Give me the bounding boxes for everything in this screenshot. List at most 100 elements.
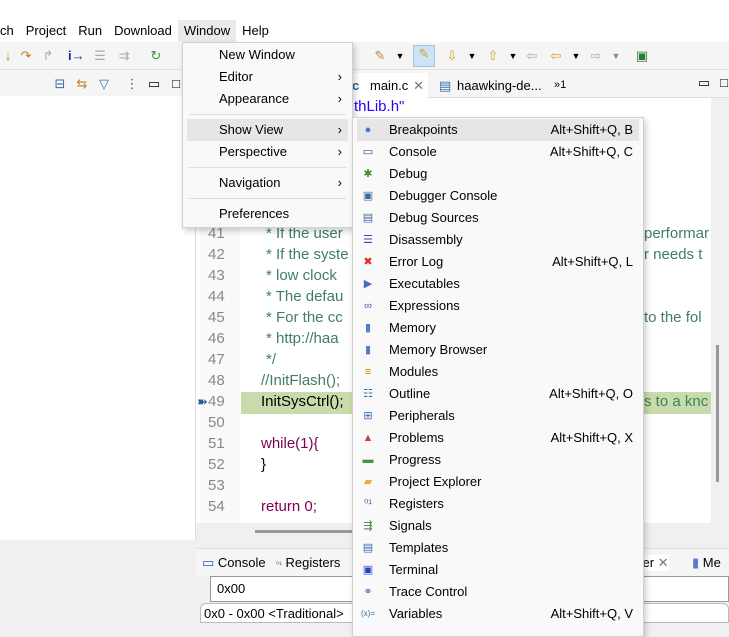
code-line: * http://haa	[266, 330, 339, 347]
trace-control-icon: ⚭	[363, 586, 373, 598]
line-number: 42	[208, 246, 225, 263]
menu-search[interactable]: ch	[0, 20, 20, 42]
use-step-filters-icon[interactable]: ⇉	[116, 48, 132, 64]
menu-item-progress[interactable]: ▬ Progress	[353, 449, 643, 471]
menu-item-preferences[interactable]: Preferences	[183, 203, 352, 225]
menu-window[interactable]: Window	[177, 20, 237, 42]
line-number: 44	[208, 288, 225, 305]
menu-item-show-view[interactable]: Show View ›	[187, 119, 348, 141]
menu-item-debug[interactable]: ✱ Debug	[353, 163, 643, 185]
tab-label: Me	[702, 555, 721, 570]
code-line: //InitFlash();	[261, 372, 341, 389]
drop-frame-icon[interactable]: ☰	[92, 48, 108, 64]
menu-item-registers[interactable]: ⁰¹ Registers	[353, 493, 643, 515]
menu-item-navigation[interactable]: Navigation ›	[183, 172, 352, 194]
collapse-all-icon[interactable]: ⊟	[52, 76, 68, 92]
tab-haawking[interactable]: ▤ haawking-de...	[433, 73, 542, 98]
menu-item-terminal[interactable]: ▣ Terminal	[353, 559, 643, 581]
menu-item-disassembly[interactable]: ☰ Disassembly	[353, 229, 643, 251]
menu-item-console[interactable]: ▭ Console Alt+Shift+Q, C	[353, 141, 643, 163]
menu-item-debugger-console[interactable]: ▣ Debugger Console	[353, 185, 643, 207]
line-number: 46	[208, 330, 225, 347]
link-editor-icon[interactable]: ⇆	[74, 76, 90, 92]
memory-icon: ▮	[692, 555, 700, 570]
minimize-icon[interactable]: ▭	[146, 76, 162, 92]
menu-item-new-window[interactable]: New Window	[183, 44, 352, 66]
step-return-icon[interactable]: ↱	[40, 48, 56, 64]
debugger-console-icon: ▣	[362, 190, 374, 202]
menu-item-label: Debug	[389, 166, 428, 181]
next-annotation-icon[interactable]: ⇩	[444, 48, 460, 64]
maximize-icon[interactable]: □	[716, 75, 729, 91]
open-perspective-icon[interactable]: ▣	[634, 48, 650, 64]
tool-icon[interactable]: ✎	[372, 48, 388, 64]
menu-help[interactable]: Help	[236, 20, 275, 42]
variables-icon: (x)=	[361, 609, 375, 618]
step-into-icon[interactable]: ↓	[0, 48, 16, 64]
vertical-scrollbar[interactable]	[716, 345, 719, 482]
dropdown-icon[interactable]: ▼	[568, 48, 584, 64]
dropdown-icon[interactable]: ▼	[392, 48, 408, 64]
code-line: * If the syste	[266, 246, 349, 263]
menu-item-label: Trace Control	[389, 584, 468, 599]
modules-icon: ≡	[364, 366, 372, 378]
menu-item-problems[interactable]: ▲ Problems Alt+Shift+Q, X	[353, 427, 643, 449]
menu-separator	[189, 198, 346, 199]
error-log-icon: ✖	[363, 256, 373, 268]
close-icon[interactable]: ✕	[658, 555, 669, 570]
filter-icon[interactable]: ▽	[96, 76, 112, 92]
restart-icon[interactable]: ↻	[148, 48, 164, 64]
menu-item-label: Memory	[389, 320, 436, 335]
tab-main-c[interactable]: c main.c ✕	[346, 73, 428, 98]
view-menu-icon[interactable]: ⋮	[124, 76, 140, 92]
code-line: while(1){	[261, 435, 319, 452]
step-over-icon[interactable]: ↷	[18, 48, 34, 64]
menu-item-trace-control[interactable]: ⚭ Trace Control	[353, 581, 643, 603]
menu-download[interactable]: Download	[108, 20, 178, 42]
menu-project[interactable]: Project	[20, 20, 72, 42]
disassembly-icon: ☰	[363, 234, 373, 246]
instruction-step-icon[interactable]: i→	[68, 48, 85, 64]
tab-registers[interactable]: ⁰¹ Registers	[276, 555, 340, 570]
menu-item-outline[interactable]: ☷ Outline Alt+Shift+Q, O	[353, 383, 643, 405]
dropdown-icon[interactable]: ▼	[505, 48, 521, 64]
menu-item-appearance[interactable]: Appearance ›	[183, 88, 352, 110]
menu-item-label: Modules	[389, 364, 439, 379]
menu-item-breakpoints[interactable]: ● Breakpoints Alt+Shift+Q, B	[357, 119, 639, 141]
menu-item-debug-sources[interactable]: ▤ Debug Sources	[353, 207, 643, 229]
menu-item-label: Editor	[219, 69, 253, 84]
breakpoint-icon: ●	[364, 124, 372, 136]
menu-item-label: Project Explorer	[389, 474, 482, 489]
back-icon[interactable]: ⇦	[548, 48, 564, 64]
menu-item-signals[interactable]: ⇶ Signals	[353, 515, 643, 537]
highlight-toggle-icon[interactable]: ✎	[413, 45, 435, 67]
menu-item-label: Navigation	[219, 175, 281, 190]
menu-item-variables[interactable]: (x)= Variables Alt+Shift+Q, V	[353, 603, 643, 625]
menu-item-error-log[interactable]: ✖ Error Log Alt+Shift+Q, L	[353, 251, 643, 273]
menu-item-peripherals[interactable]: ⊞ Peripherals	[353, 405, 643, 427]
forward-icon[interactable]: ⇨	[588, 48, 604, 64]
dropdown-icon[interactable]: ▼	[608, 48, 624, 64]
menu-item-label: Appearance	[219, 91, 290, 106]
last-edit-icon[interactable]: ⇦	[524, 48, 540, 64]
window-menu: New Window Editor › Appearance › Show View…	[182, 42, 353, 228]
menu-item-perspective[interactable]: Perspective ›	[183, 141, 352, 163]
dropdown-icon[interactable]: ▼	[464, 48, 480, 64]
tab-memory[interactable]: ▮ Me	[692, 555, 721, 571]
tab-overflow-button[interactable]: »1	[554, 73, 566, 98]
close-icon[interactable]: ✕	[413, 73, 424, 98]
menu-item-memory[interactable]: ▮ Memory	[353, 317, 643, 339]
menu-item-executables[interactable]: ▶ Executables	[353, 273, 643, 295]
menu-item-templates[interactable]: ▤ Templates	[353, 537, 643, 559]
minimize-icon[interactable]: ▭	[696, 75, 712, 91]
tab-console[interactable]: ▭ Console	[202, 555, 266, 571]
previous-annotation-icon[interactable]: ⇧	[485, 48, 501, 64]
menu-item-expressions[interactable]: ∞ Expressions	[353, 295, 643, 317]
menu-item-modules[interactable]: ≡ Modules	[353, 361, 643, 383]
menu-item-editor[interactable]: Editor ›	[183, 66, 352, 88]
menu-item-project-explorer[interactable]: ▰ Project Explorer	[353, 471, 643, 493]
menu-run[interactable]: Run	[72, 20, 108, 42]
horizontal-scrollbar[interactable]	[255, 530, 355, 533]
menu-item-memory-browser[interactable]: ▮ Memory Browser	[353, 339, 643, 361]
line-number: 50	[208, 414, 225, 431]
